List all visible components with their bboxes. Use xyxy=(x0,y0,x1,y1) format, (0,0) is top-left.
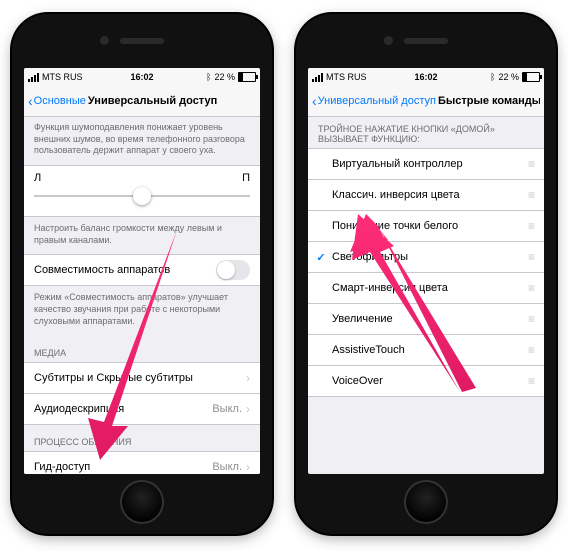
battery-icon xyxy=(522,72,540,82)
shortcut-item-label: VoiceOver xyxy=(332,375,528,387)
reorder-icon[interactable]: ≡ xyxy=(528,250,534,264)
phone-speaker xyxy=(120,38,164,44)
noise-cancel-footer: Функция шумоподавления понижает уровень … xyxy=(24,116,260,165)
carrier-label: MTS RUS xyxy=(326,72,367,82)
phone-camera xyxy=(384,36,393,45)
shortcut-item[interactable]: Понижение точки белого≡ xyxy=(308,211,544,242)
learning-header: ПРОЦЕСС ОБУЧЕНИЯ xyxy=(24,425,260,451)
shortcut-item-label: Классич. инверсия цвета xyxy=(332,189,528,201)
screen-right: MTS RUS 16:02 ᛒ 22 % ‹ Универсальный дос… xyxy=(308,68,544,474)
shortcut-item[interactable]: Смарт-инверсия цвета≡ xyxy=(308,273,544,304)
reorder-icon[interactable]: ≡ xyxy=(528,188,534,202)
audiodesc-label: Аудиодескрипция xyxy=(34,403,212,415)
reorder-icon[interactable]: ≡ xyxy=(528,219,534,233)
home-button[interactable] xyxy=(404,480,448,524)
shortcut-item-label: Виртуальный контроллер xyxy=(332,158,528,170)
chevron-right-icon: › xyxy=(246,402,250,416)
status-bar: MTS RUS 16:02 ᛒ 22 % xyxy=(24,68,260,86)
shortcut-item[interactable]: Увеличение≡ xyxy=(308,304,544,335)
shortcut-item-label: Увеличение xyxy=(332,313,528,325)
screen-left: MTS RUS 16:02 ᛒ 22 % ‹ Основные Универса… xyxy=(24,68,260,474)
balance-footer: Настроить баланс громкости между левым и… xyxy=(24,217,260,254)
audiodesc-value: Выкл. xyxy=(212,403,242,415)
shortcut-item[interactable]: Классич. инверсия цвета≡ xyxy=(308,180,544,211)
battery-text: 22 % xyxy=(214,72,235,82)
signal-icon xyxy=(312,73,323,82)
shortcut-item-label: Светофильтры xyxy=(332,251,528,263)
guided-access-cell[interactable]: Гид-доступ Выкл. › xyxy=(24,451,260,475)
settings-content[interactable]: Функция шумоподавления понижает уровень … xyxy=(24,116,260,474)
chevron-left-icon: ‹ xyxy=(312,94,317,108)
signal-icon xyxy=(28,73,39,82)
hearing-compat-label: Совместимость аппаратов xyxy=(34,264,216,276)
bluetooth-icon: ᛒ xyxy=(206,72,211,82)
home-button[interactable] xyxy=(120,480,164,524)
shortcut-item[interactable]: AssistiveTouch≡ xyxy=(308,335,544,366)
nav-bar: ‹ Универсальный доступ Быстрые команды xyxy=(308,86,544,117)
subtitles-cell[interactable]: Субтитры и Скрытые субтитры › xyxy=(24,362,260,394)
back-button[interactable]: ‹ Универсальный доступ xyxy=(312,94,436,108)
phone-speaker xyxy=(404,38,448,44)
chevron-right-icon: › xyxy=(246,371,250,385)
guided-access-value: Выкл. xyxy=(212,461,242,473)
balance-left-label: Л xyxy=(34,172,41,184)
nav-title: Универсальный доступ xyxy=(88,95,256,107)
status-time: 16:02 xyxy=(130,72,153,82)
check-icon: ✓ xyxy=(314,251,328,264)
carrier-label: MTS RUS xyxy=(42,72,83,82)
phone-left: MTS RUS 16:02 ᛒ 22 % ‹ Основные Универса… xyxy=(12,14,272,534)
back-label: Универсальный доступ xyxy=(318,95,436,107)
hearing-compat-footer: Режим «Совместимость аппаратов» улучшает… xyxy=(24,286,260,335)
subtitles-label: Субтитры и Скрытые субтитры xyxy=(34,372,246,384)
balance-slider[interactable] xyxy=(34,186,250,206)
shortcut-item-label: AssistiveTouch xyxy=(332,344,528,356)
media-header: МЕДИА xyxy=(24,336,260,362)
reorder-icon[interactable]: ≡ xyxy=(528,343,534,357)
triple-click-header: ТРОЙНОЕ НАЖАТИЕ КНОПКИ «ДОМОЙ» ВЫЗЫВАЕТ … xyxy=(308,116,544,148)
shortcut-content[interactable]: ТРОЙНОЕ НАЖАТИЕ КНОПКИ «ДОМОЙ» ВЫЗЫВАЕТ … xyxy=(308,116,544,474)
balance-slider-cell[interactable]: Л П xyxy=(24,165,260,217)
battery-text: 22 % xyxy=(498,72,519,82)
bluetooth-icon: ᛒ xyxy=(490,72,495,82)
phone-camera xyxy=(100,36,109,45)
hearing-compat-switch[interactable] xyxy=(216,260,250,280)
shortcut-item-label: Смарт-инверсия цвета xyxy=(332,282,528,294)
shortcut-item[interactable]: ✓ Светофильтры≡ xyxy=(308,242,544,273)
nav-title: Быстрые команды xyxy=(438,95,540,107)
balance-right-label: П xyxy=(242,172,250,184)
battery-icon xyxy=(238,72,256,82)
reorder-icon[interactable]: ≡ xyxy=(528,281,534,295)
phone-right: MTS RUS 16:02 ᛒ 22 % ‹ Универсальный дос… xyxy=(296,14,556,534)
hearing-compat-cell[interactable]: Совместимость аппаратов xyxy=(24,254,260,286)
status-bar: MTS RUS 16:02 ᛒ 22 % xyxy=(308,68,544,86)
audiodesc-cell[interactable]: Аудиодескрипция Выкл. › xyxy=(24,394,260,425)
reorder-icon[interactable]: ≡ xyxy=(528,374,534,388)
back-label: Основные xyxy=(34,95,86,107)
reorder-icon[interactable]: ≡ xyxy=(528,312,534,326)
guided-access-label: Гид-доступ xyxy=(34,461,212,473)
reorder-icon[interactable]: ≡ xyxy=(528,157,534,171)
back-button[interactable]: ‹ Основные xyxy=(28,94,86,108)
shortcut-item[interactable]: VoiceOver≡ xyxy=(308,366,544,397)
shortcut-item[interactable]: Виртуальный контроллер≡ xyxy=(308,148,544,180)
chevron-left-icon: ‹ xyxy=(28,94,33,108)
status-time: 16:02 xyxy=(414,72,437,82)
slider-thumb[interactable] xyxy=(133,187,151,205)
chevron-right-icon: › xyxy=(246,460,250,474)
nav-bar: ‹ Основные Универсальный доступ xyxy=(24,86,260,117)
shortcut-item-label: Понижение точки белого xyxy=(332,220,528,232)
